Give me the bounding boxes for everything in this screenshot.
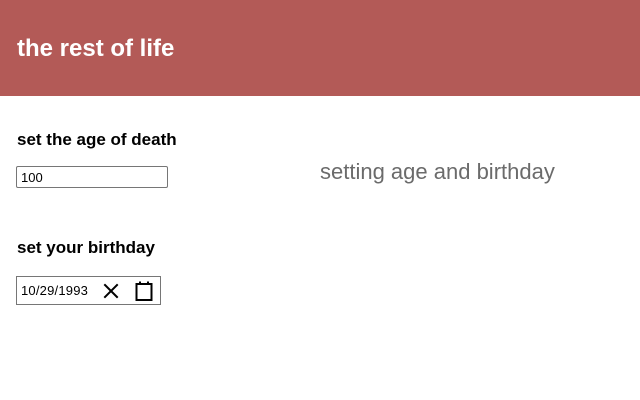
birthday-label: set your birthday bbox=[17, 238, 155, 257]
close-icon[interactable] bbox=[102, 282, 120, 300]
birthday-date-value[interactable]: 10/29/1993 bbox=[21, 283, 88, 299]
app-header: the rest of life bbox=[0, 0, 640, 96]
setting-caption: setting age and birthday bbox=[320, 159, 555, 184]
birthday-date-input[interactable]: 10/29/1993 bbox=[16, 276, 161, 305]
age-of-death-label: set the age of death bbox=[17, 130, 177, 149]
calendar-icon[interactable] bbox=[134, 280, 154, 302]
app-title: the rest of life bbox=[17, 35, 175, 62]
age-of-death-input[interactable] bbox=[16, 166, 168, 188]
